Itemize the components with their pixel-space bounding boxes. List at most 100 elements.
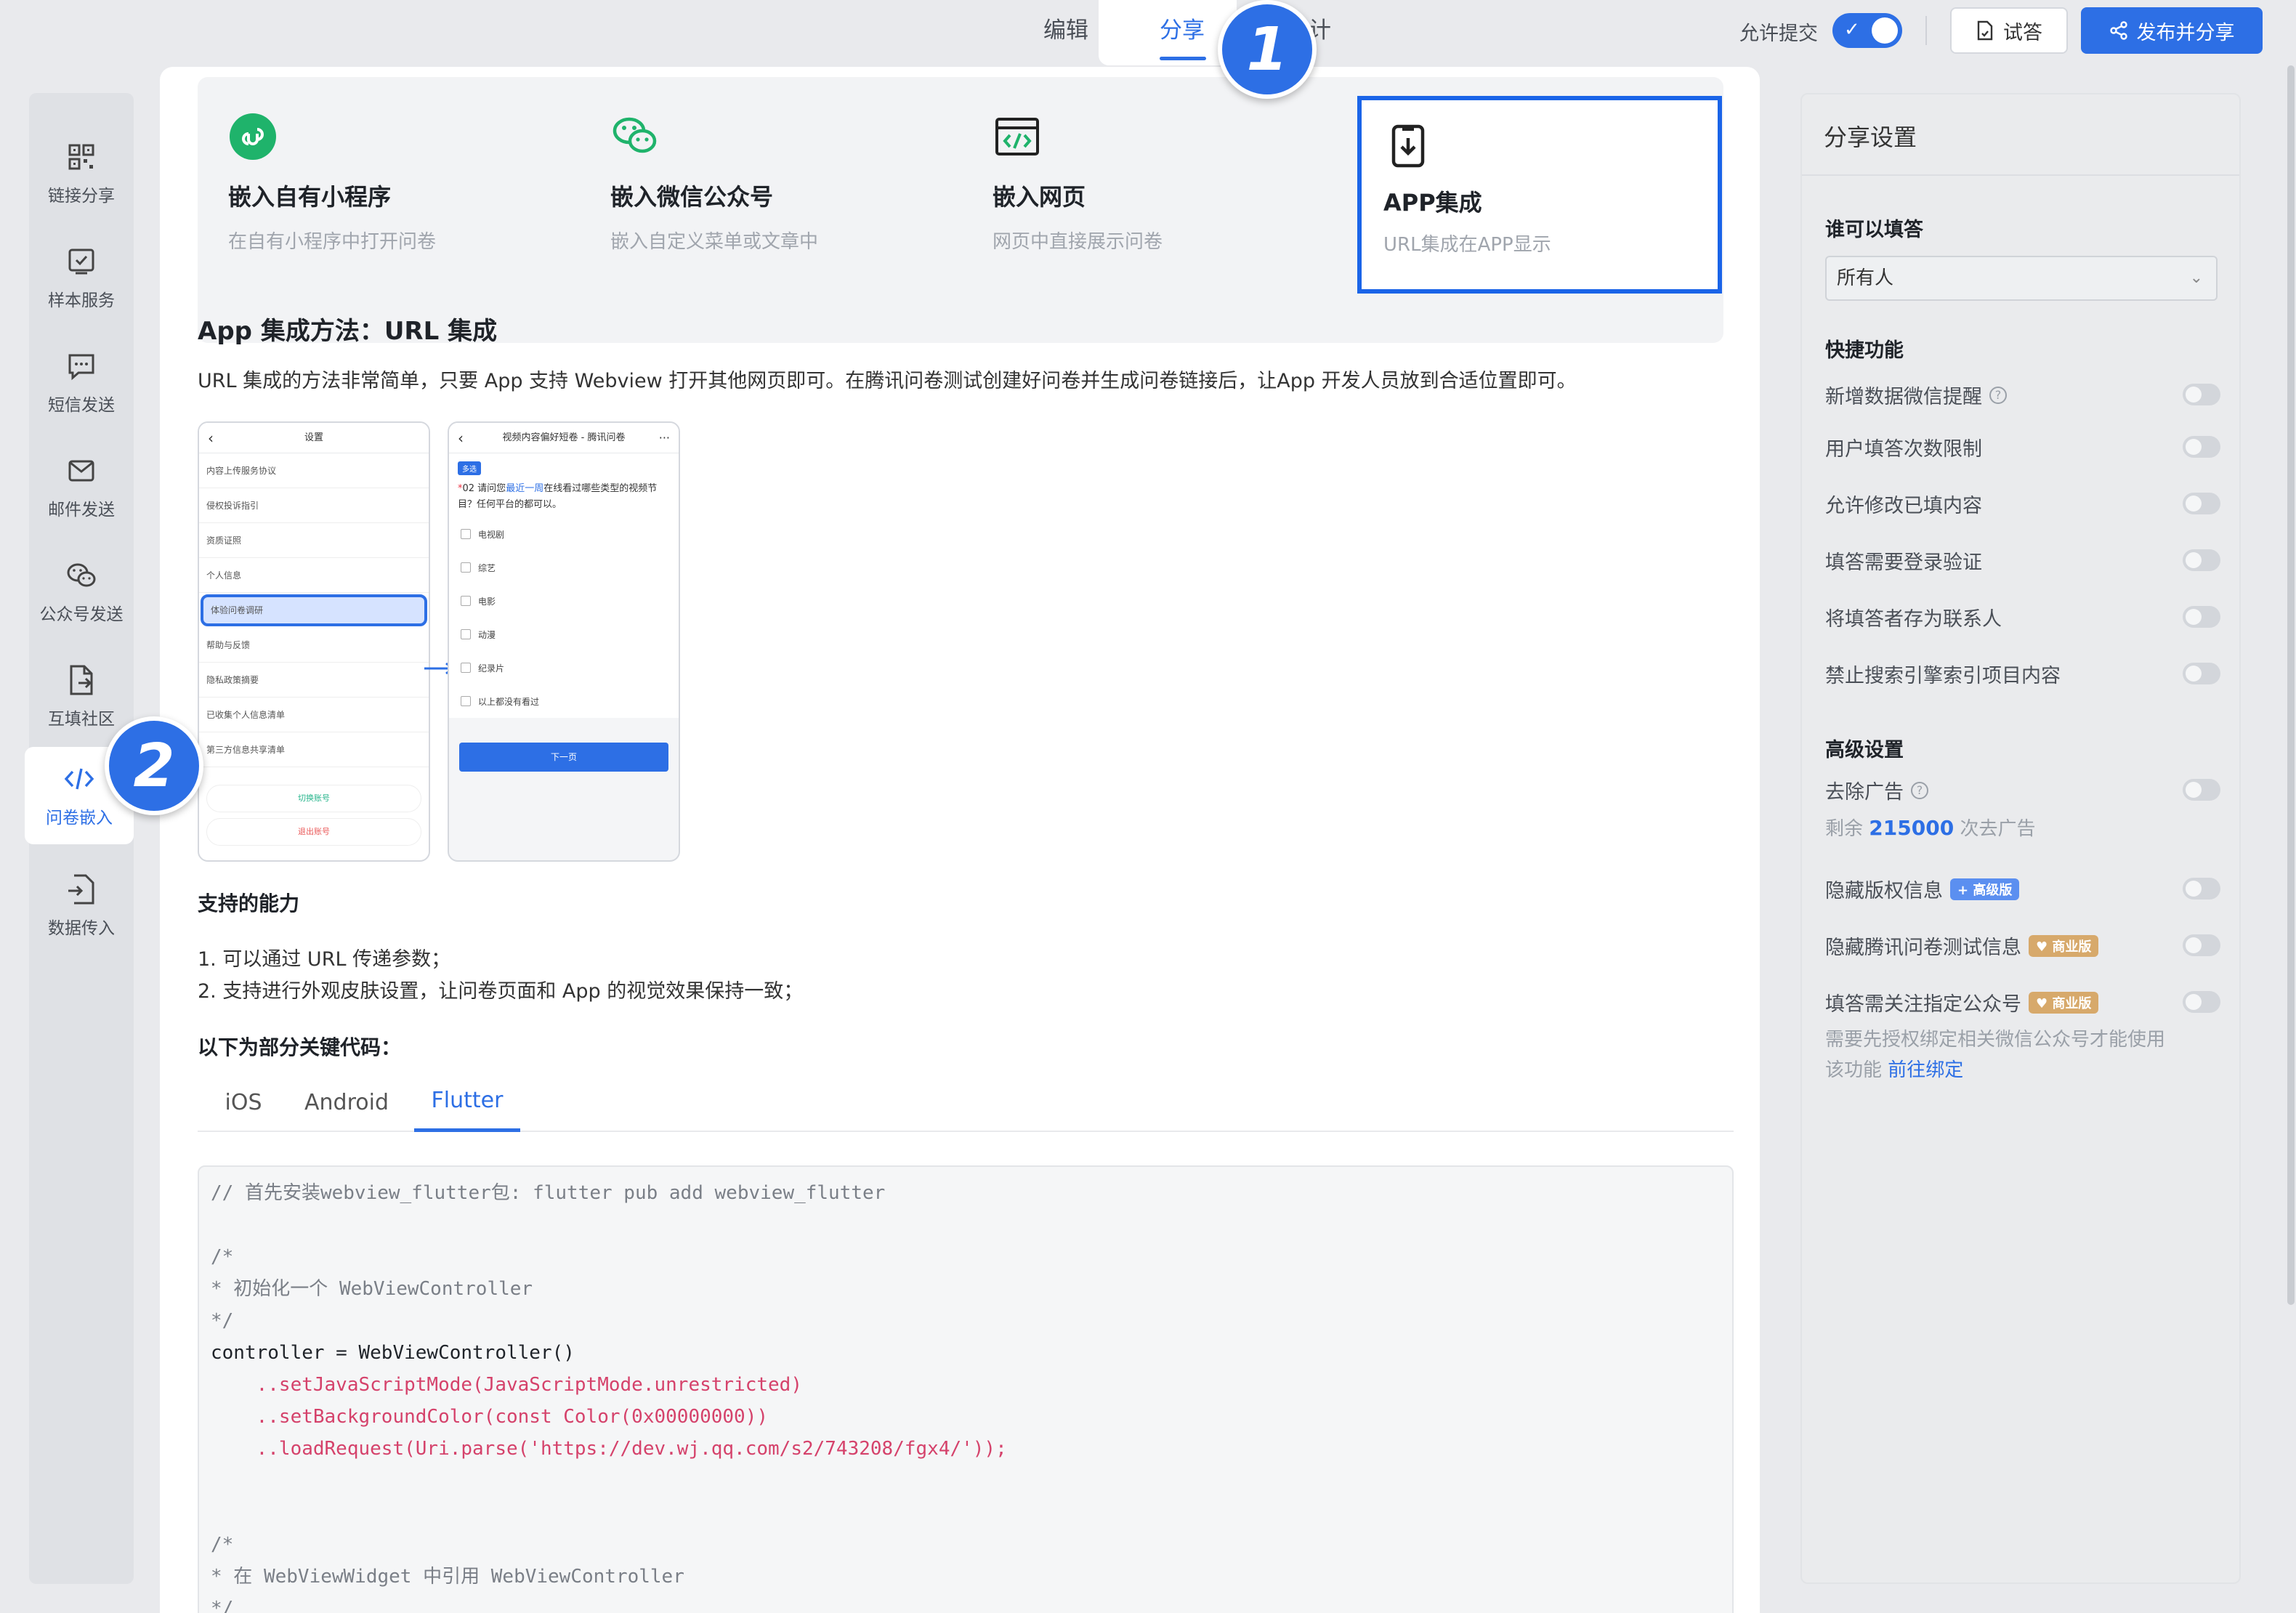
- page-scrollbar[interactable]: [2287, 65, 2295, 1305]
- capability-item: 2. 支持进行外观皮肤设置，让问卷页面和 App 的视觉效果保持一致；: [198, 980, 804, 1003]
- main-panel: 嵌入自有小程序 在自有小程序中打开问卷 嵌入微信公众号 嵌入自定义菜单或文章中 …: [160, 67, 1760, 1613]
- list-item: 帮助与反馈: [199, 628, 429, 663]
- sidebar-item-sample-service[interactable]: 样本服务: [29, 230, 134, 327]
- business-edition-badge: ♥ 商业版: [2029, 934, 2099, 957]
- list-item: 个人信息: [199, 558, 429, 593]
- code-line: ..setJavaScriptMode(JavaScriptMode.unres…: [211, 1374, 802, 1396]
- bind-link[interactable]: 前往绑定: [1888, 1059, 1963, 1081]
- card-webpage[interactable]: 嵌入网页 网页中直接展示问卷: [962, 77, 1325, 343]
- checkbox-icon: [461, 596, 471, 606]
- card-app-integration[interactable]: APP集成 URL集成在APP显示: [1357, 96, 1722, 294]
- card-title: APP集成: [1383, 189, 1482, 217]
- setting-label: 隐藏版权信息: [1825, 880, 1943, 902]
- setting-allow-edit: 允许修改已填内容: [1825, 485, 2226, 522]
- try-answer-button[interactable]: 试答: [1950, 7, 2068, 54]
- code-line: // 首先安装webview_flutter包: flutter pub add…: [211, 1182, 886, 1204]
- left-sidebar: 链接分享 样本服务 短信发送 邮件发送 公众号发送 互填社区 问卷嵌入 数据传入: [25, 93, 134, 1584]
- sidebar-item-link-share[interactable]: 链接分享: [29, 125, 134, 222]
- top-bar: 编辑 → 分享 统计 允许提交 ✓ 试答 发布并分享: [0, 0, 2296, 65]
- embed-method-cards: 嵌入自有小程序 在自有小程序中打开问卷 嵌入微信公众号 嵌入自定义菜单或文章中 …: [198, 77, 1723, 343]
- card-title: 嵌入自有小程序: [228, 183, 392, 211]
- business-edition-badge: ♥ 商业版: [2029, 991, 2099, 1014]
- setting-label: 用户填答次数限制: [1825, 438, 1982, 461]
- toggle-switch[interactable]: [2183, 549, 2220, 571]
- code-block[interactable]: // 首先安装webview_flutter包: flutter pub add…: [198, 1165, 1734, 1613]
- sidebar-item-email[interactable]: 邮件发送: [29, 439, 134, 536]
- option-item: 以上都没有看过: [449, 684, 679, 718]
- qrcode-icon: [65, 141, 97, 173]
- integration-description: URL 集成的方法非常简单，只要 App 支持 Webview 打开其他网页即可…: [198, 370, 1577, 392]
- card-description: URL集成在APP显示: [1383, 234, 1551, 256]
- toggle-switch[interactable]: [2183, 878, 2220, 900]
- tab-flutter[interactable]: Flutter: [414, 1072, 520, 1132]
- setting-label: 允许修改已填内容: [1825, 495, 1982, 517]
- app-download-icon: [1391, 124, 1425, 168]
- survey-question: 多选 *02 请问您最近一周在线看过哪些类型的视频节目？任何平台的都可以。: [449, 453, 679, 517]
- toggle-switch[interactable]: [2183, 606, 2220, 628]
- code-line: */: [211, 1310, 234, 1332]
- setting-label: 隐藏腾讯问卷测试信息: [1825, 937, 2021, 959]
- step-badge-2: 2: [105, 716, 203, 815]
- sidebar-item-label: 公众号发送: [39, 605, 124, 624]
- settings-screen-mockup: ‹ 设置 内容上传服务协议 侵权投诉指引 资质证照 个人信息 体验问卷调研 帮助…: [198, 421, 430, 862]
- capability-item: 1. 可以通过 URL 传递参数；: [198, 948, 451, 971]
- step-share[interactable]: 分享: [1160, 12, 1205, 44]
- list-item: 侵权投诉指引: [199, 488, 429, 523]
- card-miniprogram[interactable]: 嵌入自有小程序 在自有小程序中打开问卷: [198, 77, 561, 343]
- card-description: 嵌入自定义菜单或文章中: [610, 231, 819, 253]
- tab-android[interactable]: Android: [299, 1072, 394, 1132]
- who-can-answer-select[interactable]: 所有人 ⌄: [1825, 256, 2218, 301]
- step-edit[interactable]: 编辑: [1043, 12, 1088, 44]
- setting-remove-ads: 去除广告?: [1825, 772, 2226, 808]
- code-title: 以下为部分关键代码：: [198, 1035, 402, 1059]
- setting-label: 填答需要登录验证: [1825, 551, 1982, 574]
- list-item: 内容上传服务协议: [199, 453, 429, 488]
- follow-account-note-line2: 该功能 前往绑定: [1825, 1059, 1964, 1081]
- code-line: controller = WebViewController(): [211, 1342, 575, 1364]
- checkbox-icon: [461, 629, 471, 639]
- publish-share-button[interactable]: 发布并分享: [2081, 7, 2263, 54]
- setting-label: 填答需关注指定公众号: [1825, 993, 2021, 1016]
- toggle-switch[interactable]: [2183, 934, 2220, 956]
- toggle-switch[interactable]: [2183, 436, 2220, 458]
- toggle-switch[interactable]: [2183, 663, 2220, 684]
- sidebar-item-sms[interactable]: 短信发送: [29, 334, 134, 432]
- list-item-highlighted: 体验问卷调研: [201, 594, 427, 626]
- advanced-edition-badge: + 高级版: [1950, 878, 2020, 900]
- tab-ios[interactable]: iOS: [198, 1072, 289, 1132]
- option-item: 电视剧: [449, 517, 679, 551]
- capabilities-title: 支持的能力: [198, 892, 300, 915]
- list-item: 已收集个人信息清单: [199, 698, 429, 732]
- allow-submit-toggle[interactable]: ✓: [1832, 13, 1902, 48]
- toggle-switch[interactable]: [2183, 493, 2220, 514]
- sidebar-item-label: 链接分享: [48, 187, 115, 206]
- setting-wechat-reminder: 新增数据微信提醒?: [1825, 376, 2226, 413]
- platform-tabs: iOS Android Flutter: [198, 1072, 1734, 1132]
- checkbox-icon: [461, 663, 471, 673]
- card-title: 嵌入微信公众号: [610, 183, 774, 211]
- sidebar-item-data-import[interactable]: 数据传入: [29, 857, 134, 955]
- sidebar-item-wechat-official[interactable]: 公众号发送: [29, 543, 134, 641]
- help-icon[interactable]: ?: [1989, 386, 2007, 404]
- next-page-mock-button: 下一页: [459, 743, 668, 772]
- checkbox-icon: [65, 246, 97, 278]
- panel-title: 分享设置: [1824, 124, 1917, 151]
- toggle-switch[interactable]: [2183, 384, 2220, 405]
- question-text: *02 请问您最近一周在线看过哪些类型的视频节目？任何平台的都可以。: [458, 483, 658, 510]
- card-wechat-official[interactable]: 嵌入微信公众号 嵌入自定义菜单或文章中: [580, 77, 943, 343]
- code-line: /*: [211, 1534, 234, 1556]
- code-line: * 在 WebViewWidget 中引用 WebViewController: [211, 1566, 684, 1588]
- follow-account-note: 需要先授权绑定相关微信公众号才能使用: [1825, 1029, 2166, 1051]
- list-item: 资质证照: [199, 523, 429, 558]
- share-settings-panel: 分享设置 谁可以填答 所有人 ⌄ 快捷功能 新增数据微信提醒? 用户填答次数限制…: [1800, 93, 2241, 1584]
- toggle-switch[interactable]: [2183, 991, 2220, 1013]
- webpage-code-icon: [995, 118, 1039, 155]
- card-description: 在自有小程序中打开问卷: [228, 231, 437, 253]
- document-icon: [1977, 20, 1993, 41]
- option-item: 纪录片: [449, 651, 679, 684]
- help-icon[interactable]: ?: [1911, 781, 1928, 799]
- toggle-switch[interactable]: [2183, 779, 2220, 801]
- setting-login-required: 填答需要登录验证: [1825, 542, 2226, 578]
